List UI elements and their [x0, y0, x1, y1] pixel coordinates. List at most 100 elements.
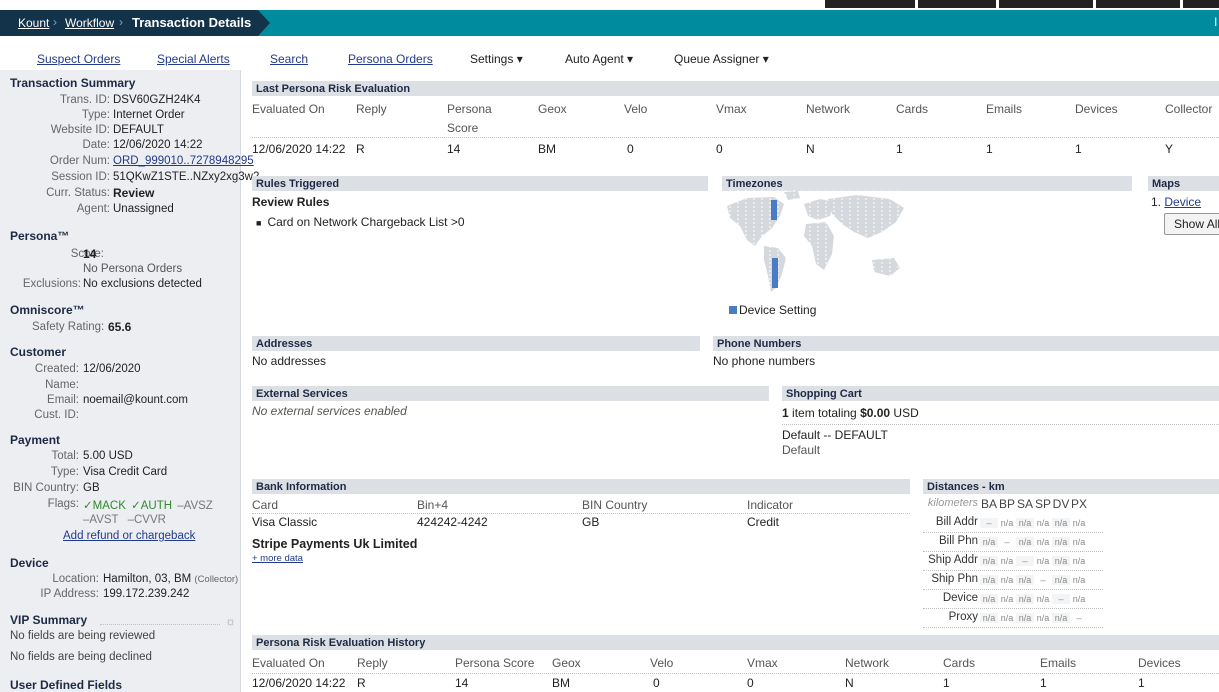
- cart-amount: $0.00: [860, 406, 891, 420]
- distance-cell: –: [980, 518, 998, 528]
- field-label: Total:: [51, 450, 80, 462]
- top-tab[interactable]: [1183, 0, 1219, 8]
- field-label: Order Num:: [49, 155, 110, 167]
- col-header: Reply: [356, 102, 387, 116]
- table-cell: N: [806, 142, 815, 156]
- field-label: Email:: [47, 394, 79, 406]
- history-header: Persona Risk Evaluation History: [252, 635, 1219, 650]
- add-refund-link[interactable]: Add refund or chargeback: [63, 530, 195, 542]
- table-cell: 1: [986, 142, 993, 156]
- col-header: Network: [806, 102, 851, 116]
- show-all-button[interactable]: Show All: [1164, 213, 1219, 235]
- timezones-header: Timezones: [722, 176, 1132, 191]
- cart-currency: USD: [890, 406, 919, 420]
- nav-persona-orders[interactable]: Persona Orders: [348, 52, 433, 66]
- cart-item-sub: Default: [782, 443, 821, 457]
- section-title: Transaction Summary: [10, 76, 136, 90]
- distances-header: Distances - km: [923, 479, 1219, 494]
- distance-cell: –: [1034, 575, 1052, 585]
- distance-cell: n/a: [980, 575, 998, 585]
- distance-row-label: Bill Addr: [935, 516, 978, 528]
- col-header: Evaluated On: [252, 656, 325, 670]
- nav-special-alerts[interactable]: Special Alerts: [157, 52, 230, 66]
- table-cell: 0: [627, 142, 634, 156]
- payment-flags-row2: –AVST –CVVR: [83, 514, 166, 526]
- col-header: Cards: [896, 102, 929, 116]
- map-device-link[interactable]: Device: [1164, 195, 1201, 209]
- distance-cell: n/a: [1052, 575, 1070, 585]
- col-header: Velo: [624, 102, 648, 116]
- divider: [252, 513, 910, 514]
- table-cell: 424242-4242: [417, 515, 488, 529]
- col-header: Geox: [552, 656, 581, 670]
- customer-email: noemail@kount.com: [83, 394, 188, 406]
- nav-suspect-orders[interactable]: Suspect Orders: [37, 52, 120, 66]
- gear-icon[interactable]: ☼: [225, 614, 236, 628]
- legend-swatch: [729, 306, 737, 314]
- field-label: Curr. Status:: [46, 187, 110, 199]
- nav-search[interactable]: Search: [270, 52, 308, 66]
- divider: [923, 532, 1103, 533]
- field-label: Trans. ID:: [59, 94, 110, 106]
- cart-header: Shopping Cart: [782, 386, 1219, 401]
- website-id: DEFAULT: [113, 124, 164, 136]
- nav-auto-agent-menu[interactable]: Auto Agent ▾: [565, 52, 633, 66]
- header-right-text: l: [1214, 15, 1217, 29]
- table-cell: 0: [747, 676, 754, 690]
- distance-col-header: PX: [1070, 497, 1087, 511]
- top-strip: [0, 0, 1219, 10]
- breadcrumb-workflow[interactable]: Workflow: [65, 16, 114, 30]
- table-cell: N: [845, 676, 854, 690]
- status-badge: Review: [113, 186, 155, 200]
- table-cell: 14: [447, 142, 461, 156]
- distance-cell: n/a: [1070, 575, 1088, 585]
- distance-col-header: SP: [1034, 497, 1051, 511]
- nav-queue-assigner-menu[interactable]: Queue Assigner ▾: [674, 52, 769, 66]
- col-header: Card: [252, 498, 279, 512]
- rules-header: Rules Triggered: [252, 176, 708, 191]
- table-cell: 1: [943, 676, 950, 690]
- agent-value: Unassigned: [113, 203, 174, 215]
- col-header-score: Score: [447, 121, 479, 135]
- persona-orders: No Persona Orders: [83, 263, 183, 275]
- top-tab[interactable]: [825, 0, 915, 8]
- col-header: Devices: [1138, 656, 1181, 670]
- flag-avst: –AVST: [83, 514, 119, 526]
- field-label: Safety Rating:: [32, 321, 105, 333]
- field-label: Exclusions:: [22, 278, 81, 290]
- order-type: Internet Order: [113, 109, 185, 121]
- nav-settings-menu[interactable]: Settings ▾: [470, 52, 523, 66]
- distance-cell: n/a: [1016, 575, 1034, 585]
- distance-col-header: SA: [1016, 497, 1033, 511]
- table-cell: BM: [538, 142, 556, 156]
- distance-cell: n/a: [1070, 556, 1088, 566]
- col-header: Vmax: [716, 102, 747, 116]
- field-label: Name:: [45, 379, 79, 391]
- distance-cell: n/a: [980, 613, 998, 623]
- distance-cell: n/a: [1052, 613, 1070, 623]
- divider: [923, 627, 1103, 628]
- order-num-link[interactable]: ORD_999010..7278948295: [113, 155, 254, 167]
- distance-col-header: BP: [998, 497, 1015, 511]
- field-label: Date:: [82, 139, 111, 151]
- distance-cell: n/a: [1034, 613, 1052, 623]
- distance-cell: n/a: [1016, 594, 1034, 604]
- top-tab[interactable]: [1096, 0, 1180, 8]
- flag-avsz: –AVSZ: [177, 500, 213, 512]
- col-header: Collector: [1165, 102, 1213, 116]
- col-header: Cards: [943, 656, 976, 670]
- top-tab[interactable]: [918, 0, 996, 8]
- section-title: Device: [10, 556, 49, 570]
- field-label: Flags:: [47, 498, 79, 510]
- col-header: Vmax: [747, 656, 778, 670]
- distance-cell: –: [1016, 556, 1034, 566]
- flag-cvvr: –CVVR: [127, 514, 166, 526]
- breadcrumb-kount[interactable]: Kount: [18, 16, 49, 30]
- more-data-link[interactable]: + more data: [252, 553, 303, 564]
- field-label: Session ID:: [51, 171, 110, 183]
- table-cell: BM: [552, 676, 570, 690]
- main-nav: Suspect Orders Special Alerts Search Per…: [0, 36, 1219, 70]
- maps-item-num: 1.: [1151, 195, 1162, 209]
- external-header: External Services: [252, 386, 769, 401]
- top-tab[interactable]: [999, 0, 1093, 8]
